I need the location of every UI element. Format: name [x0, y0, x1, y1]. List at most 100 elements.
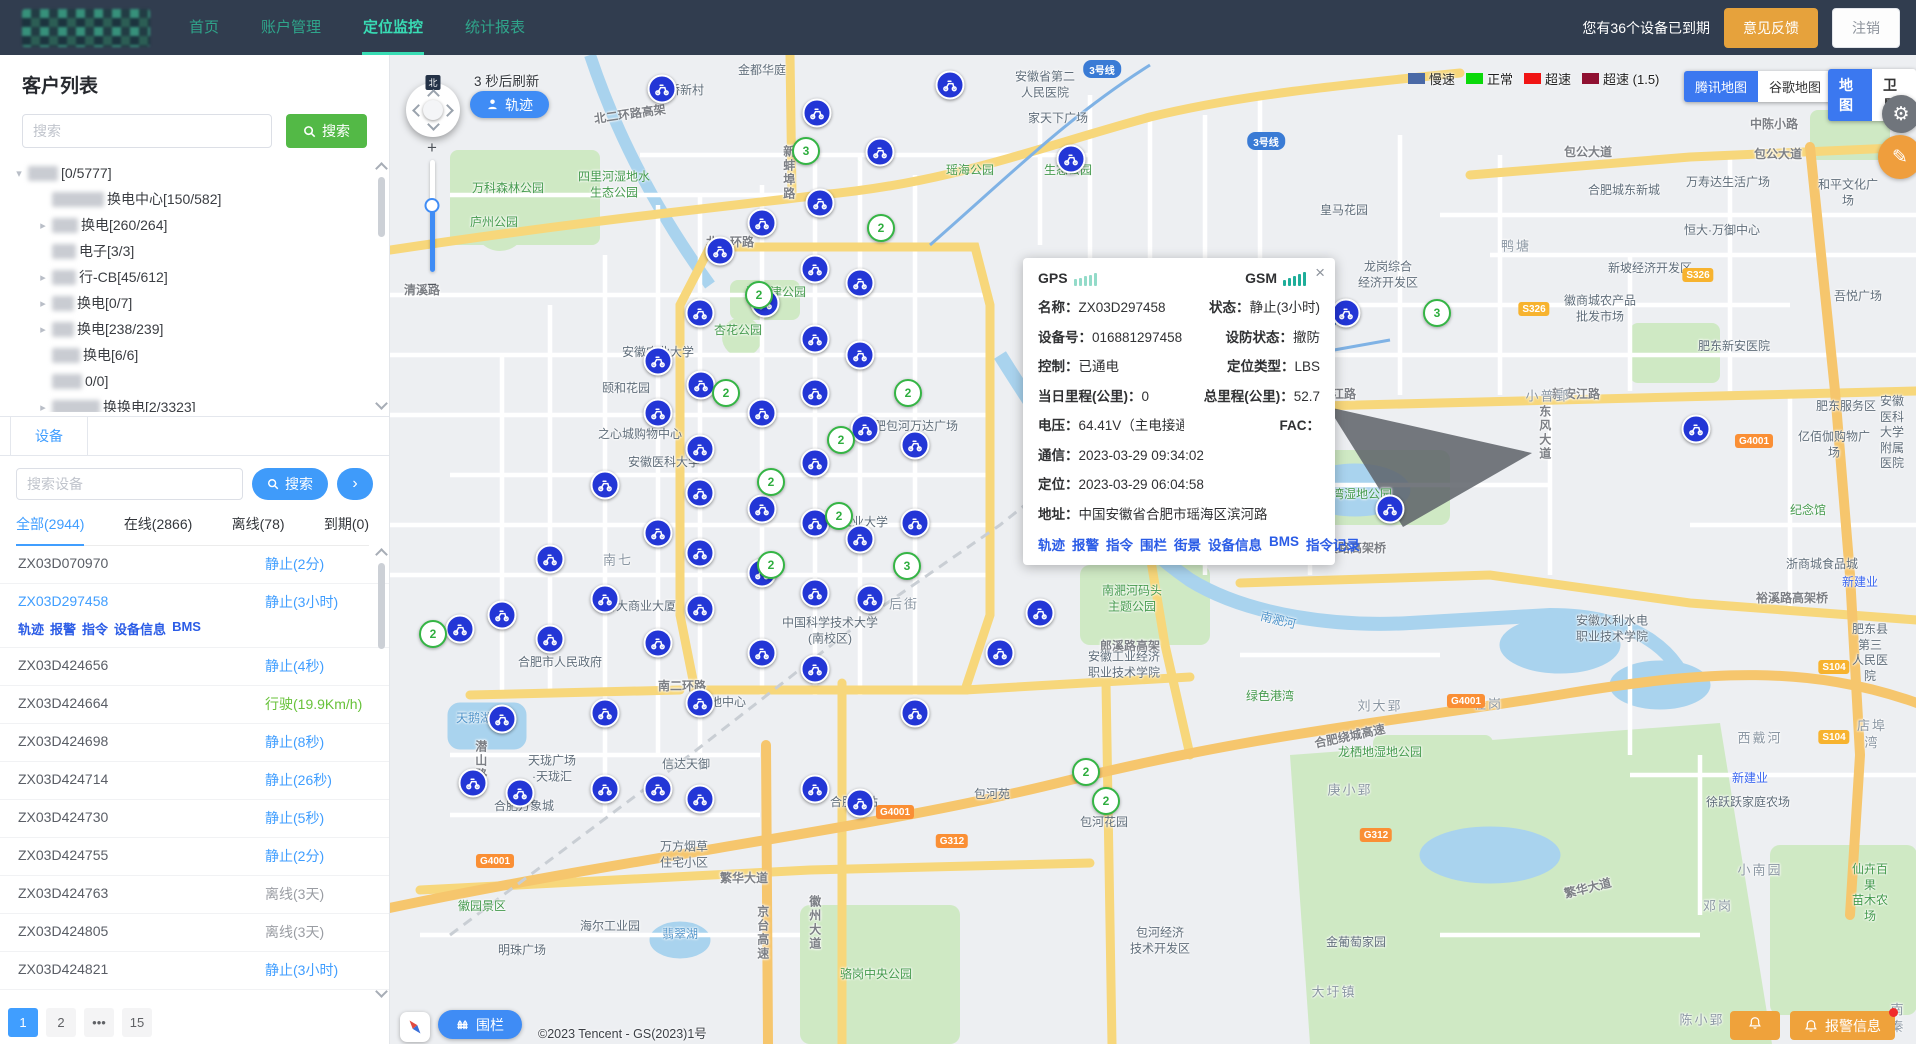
device-row[interactable]: ZX03D424755静止(2分): [0, 838, 389, 876]
page-button[interactable]: 15: [122, 1008, 152, 1037]
device-link[interactable]: 指令: [82, 619, 108, 638]
device-search-button[interactable]: 搜索: [252, 468, 328, 500]
vehicle-marker-icon[interactable]: [901, 699, 930, 728]
list-scroll-thumb[interactable]: [378, 563, 385, 649]
fence-button[interactable]: 围栏: [438, 1010, 522, 1039]
map-pan-control[interactable]: 北: [406, 83, 460, 137]
vehicle-marker-icon[interactable]: [801, 579, 830, 608]
vehicle-marker-icon[interactable]: [846, 341, 875, 370]
tree-node[interactable]: ▾[0/5777]: [0, 160, 389, 186]
cluster-marker[interactable]: 2: [1092, 787, 1120, 815]
cluster-marker[interactable]: 3: [893, 552, 921, 580]
vehicle-marker-icon[interactable]: [936, 71, 965, 100]
vehicle-marker-icon[interactable]: [686, 539, 715, 568]
vehicle-marker-icon[interactable]: [687, 371, 716, 400]
nav-item[interactable]: 定位监控: [342, 0, 444, 55]
page-button[interactable]: 2: [46, 1008, 76, 1037]
device-name[interactable]: ZX03D424755: [18, 847, 265, 864]
popup-action-link[interactable]: 轨迹: [1038, 534, 1065, 554]
vehicle-marker-icon[interactable]: [1376, 495, 1405, 524]
zoom-slider[interactable]: [430, 160, 435, 272]
vehicle-marker-icon[interactable]: [446, 615, 475, 644]
map-area[interactable]: 金都华庭汲桥新村北二环路高架安徽省第二 人民医院家天下广场瑶海公园生态公园万科森…: [390, 55, 1916, 1044]
page-button[interactable]: •••: [84, 1008, 114, 1037]
page-button[interactable]: 1: [8, 1008, 38, 1037]
vehicle-marker-icon[interactable]: [488, 705, 517, 734]
cluster-marker[interactable]: 2: [867, 214, 895, 242]
caret-right-icon[interactable]: ▸: [34, 271, 52, 284]
compass-button[interactable]: [400, 1012, 430, 1042]
logout-button[interactable]: 注销: [1832, 8, 1900, 48]
popup-action-link[interactable]: BMS: [1269, 534, 1299, 554]
device-row[interactable]: ZX03D424805离线(3天): [0, 914, 389, 952]
tree-node[interactable]: 换电中心[150/582]: [0, 186, 389, 212]
tab-device[interactable]: 设备: [10, 417, 88, 455]
vehicle-marker-icon[interactable]: [644, 775, 673, 804]
device-name[interactable]: ZX03D297458: [18, 593, 265, 610]
expand-panel-button[interactable]: ›: [337, 468, 373, 500]
tree-node[interactable]: ▸换电[238/239]: [0, 316, 389, 342]
vehicle-marker-icon[interactable]: [748, 209, 777, 238]
popup-action-link[interactable]: 指令: [1106, 534, 1133, 554]
device-row[interactable]: ZX03D297458轨迹报警指令设备信息BMS静止(3小时): [0, 584, 389, 648]
vehicle-marker-icon[interactable]: [591, 775, 620, 804]
device-link[interactable]: 报警: [50, 619, 76, 638]
scroll-up-icon[interactable]: [375, 162, 388, 175]
alarm-bell-button[interactable]: [1730, 1011, 1780, 1040]
vehicle-marker-icon[interactable]: [748, 639, 777, 668]
vehicle-marker-icon[interactable]: [801, 325, 830, 354]
vehicle-marker-icon[interactable]: [806, 189, 835, 218]
vehicle-marker-icon[interactable]: [644, 519, 673, 548]
vehicle-marker-icon[interactable]: [686, 435, 715, 464]
device-link[interactable]: BMS: [172, 619, 201, 638]
map-toggle-option[interactable]: 谷歌地图: [1758, 71, 1832, 102]
cluster-marker[interactable]: 2: [757, 468, 785, 496]
vehicle-marker-icon[interactable]: [866, 138, 895, 167]
device-row[interactable]: ZX03D424847离线(3天): [0, 990, 389, 1000]
device-link[interactable]: 设备信息: [114, 619, 166, 638]
device-name[interactable]: ZX03D424805: [18, 923, 265, 940]
scroll-down-icon[interactable]: [375, 397, 388, 410]
vehicle-marker-icon[interactable]: [706, 237, 735, 266]
device-row[interactable]: ZX03D424698静止(8秒): [0, 724, 389, 762]
close-icon[interactable]: ×: [1315, 264, 1325, 281]
tree-scroll-thumb[interactable]: [378, 177, 385, 237]
cluster-marker[interactable]: 3: [1423, 299, 1451, 327]
vehicle-marker-icon[interactable]: [803, 99, 832, 128]
track-button[interactable]: 轨迹: [470, 91, 549, 118]
tree-node[interactable]: 0/0]: [0, 368, 389, 394]
pan-right-icon[interactable]: [441, 104, 454, 117]
vehicle-marker-icon[interactable]: [1057, 145, 1086, 174]
tree-node[interactable]: 换电[6/6]: [0, 342, 389, 368]
tree-node[interactable]: ▸行-CB[45/612]: [0, 264, 389, 290]
caret-down-icon[interactable]: ▾: [10, 167, 28, 180]
device-row[interactable]: ZX03D424730静止(5秒): [0, 800, 389, 838]
customer-search-input[interactable]: [22, 114, 272, 148]
vehicle-marker-icon[interactable]: [591, 585, 620, 614]
tree-node[interactable]: ▸换电[260/264]: [0, 212, 389, 238]
vehicle-marker-icon[interactable]: [986, 639, 1015, 668]
caret-right-icon[interactable]: ▸: [34, 401, 52, 413]
device-row[interactable]: ZX03D424656静止(4秒): [0, 648, 389, 686]
vehicle-marker-icon[interactable]: [846, 269, 875, 298]
nav-item[interactable]: 首页: [168, 0, 240, 55]
vehicle-marker-icon[interactable]: [748, 399, 777, 428]
vehicle-marker-icon[interactable]: [801, 775, 830, 804]
nav-item[interactable]: 统计报表: [444, 0, 546, 55]
cluster-marker[interactable]: 2: [757, 551, 785, 579]
vehicle-marker-icon[interactable]: [686, 299, 715, 328]
device-name[interactable]: ZX03D424730: [18, 809, 265, 826]
vehicle-marker-icon[interactable]: [644, 347, 673, 376]
cluster-marker[interactable]: 2: [712, 379, 740, 407]
vehicle-marker-icon[interactable]: [801, 655, 830, 684]
vehicle-marker-icon[interactable]: [1026, 599, 1055, 628]
device-name[interactable]: ZX03D070970: [18, 555, 265, 572]
customer-search-button[interactable]: 搜索: [286, 114, 367, 148]
scroll-up-icon[interactable]: [375, 548, 388, 561]
zoom-in-button[interactable]: +: [427, 139, 437, 156]
zoom-slider-thumb[interactable]: [425, 198, 440, 213]
caret-right-icon[interactable]: ▸: [34, 219, 52, 232]
vehicle-marker-icon[interactable]: [459, 769, 488, 798]
popup-action-link[interactable]: 报警: [1072, 534, 1099, 554]
vehicle-marker-icon[interactable]: [901, 509, 930, 538]
